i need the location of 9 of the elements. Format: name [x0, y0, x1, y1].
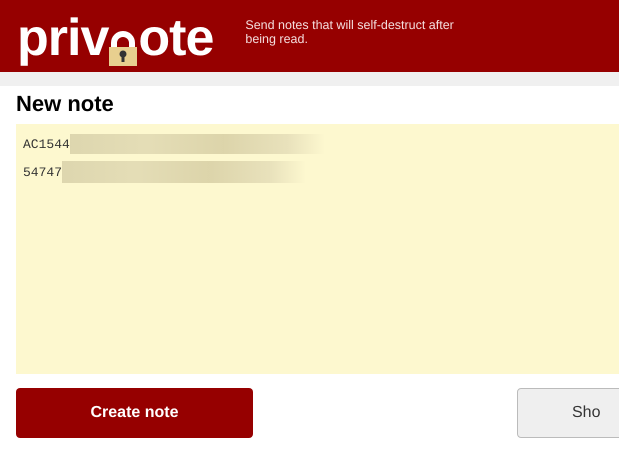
note-text: 54747 [23, 164, 62, 180]
tagline: Send notes that will self-destruct after being read. [245, 18, 455, 46]
show-button[interactable]: Sho [517, 388, 619, 438]
create-note-button[interactable]: Create note [16, 388, 253, 438]
logo-text: ote [138, 13, 214, 63]
page-title: New note [16, 92, 115, 116]
note-field[interactable]: AC1544 54747 [16, 124, 619, 374]
note-text: AC1544 [23, 136, 70, 152]
padlock-icon [108, 30, 138, 66]
